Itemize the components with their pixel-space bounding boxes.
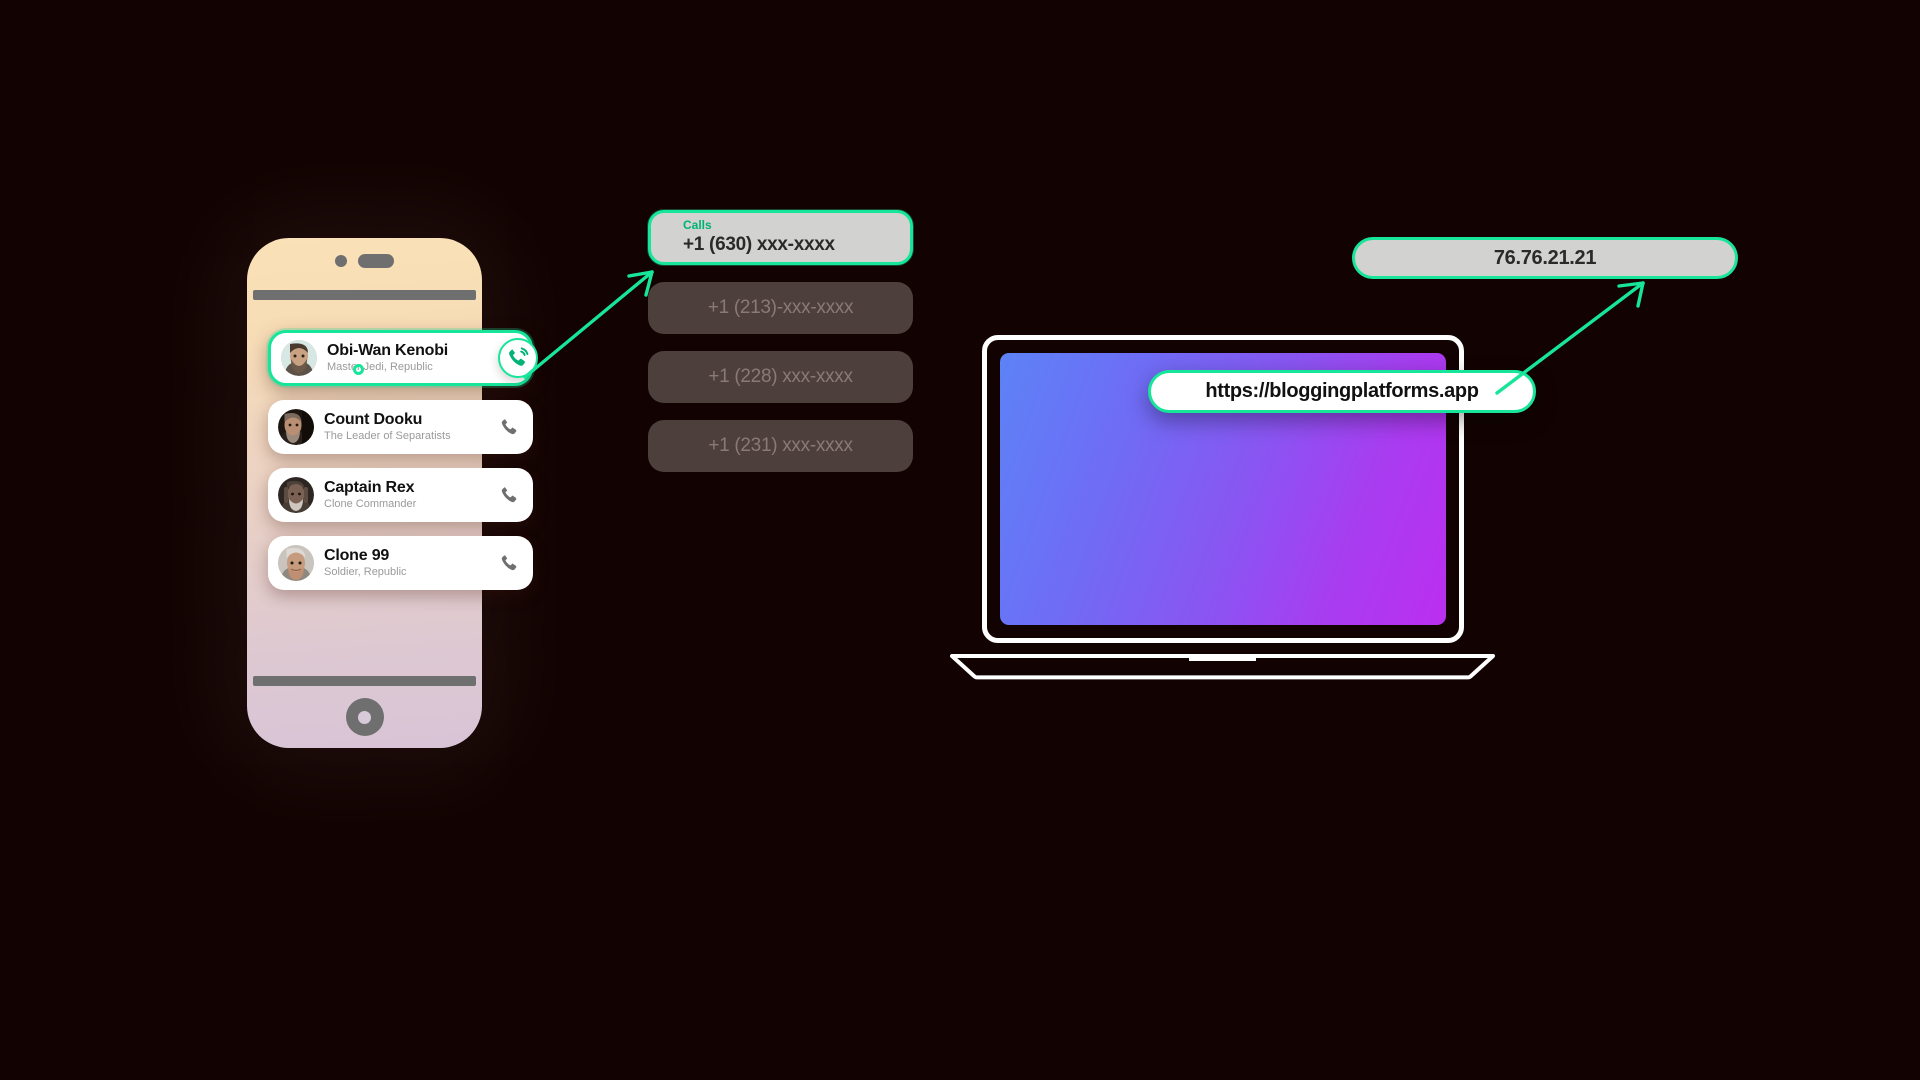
calls-dimmed-card[interactable]: +1 (213)-xxx-xxxx	[648, 282, 913, 334]
contact-name: Captain Rex	[324, 478, 415, 496]
contact-name: Count Dooku	[324, 410, 423, 428]
contact-name: Clone 99	[324, 546, 390, 564]
calls-active-card[interactable]: Calls +1 (630) xxx-xxxx	[648, 210, 913, 265]
phone-top-bar	[247, 238, 482, 284]
camera-dot-icon	[335, 255, 347, 267]
ip-address-pill[interactable]: 76.76.21.21	[1352, 237, 1738, 279]
avatar	[281, 340, 317, 376]
call-button-active[interactable]	[498, 338, 538, 378]
cursor-indicator-dot	[353, 364, 364, 375]
speaker-grille-icon	[358, 254, 394, 268]
calls-active-number: +1 (630) xxx-xxxx	[683, 234, 835, 255]
contact-row-clone-99[interactable]: Clone 99 Soldier, Republic	[268, 536, 533, 590]
calls-label: Calls	[683, 218, 712, 232]
url-pill[interactable]: https://bloggingplatforms.app	[1148, 370, 1536, 413]
contact-row-obi-wan-kenobi[interactable]: Obi-Wan Kenobi Master Jedi, Republic	[268, 330, 538, 386]
arrow-phone-to-calls	[523, 270, 654, 379]
call-button[interactable]	[499, 484, 521, 506]
calls-dimmed-number: +1 (213)-xxx-xxxx	[707, 297, 854, 318]
contact-role: Soldier, Republic	[324, 566, 407, 579]
calls-dimmed-number: +1 (228) xxx-xxxx	[708, 366, 853, 387]
contact-role: Clone Commander	[324, 498, 417, 511]
phone-divider-bottom	[253, 676, 476, 686]
calls-dimmed-card[interactable]: +1 (231) xxx-xxxx	[648, 420, 913, 472]
laptop-base	[950, 654, 1495, 680]
call-button[interactable]	[499, 552, 521, 574]
contact-row-captain-rex[interactable]: Captain Rex Clone Commander	[268, 468, 533, 522]
contact-text: Clone 99 Soldier, Republic	[324, 547, 499, 580]
ip-address-text: 76.76.21.21	[1493, 246, 1597, 269]
avatar	[278, 477, 314, 513]
phone-divider-top	[253, 290, 476, 300]
call-button[interactable]	[499, 416, 521, 438]
calls-panel: Calls +1 (630) xxx-xxxx +1 (213)-xxx-xxx…	[648, 210, 913, 472]
url-pill-text: https://bloggingplatforms.app	[1205, 380, 1479, 402]
contact-text: Captain Rex Clone Commander	[324, 479, 499, 512]
diagram-canvas: Obi-Wan Kenobi Master Jedi, Republic Cou…	[0, 0, 1920, 1080]
contact-text: Count Dooku The Leader of Separatists	[324, 411, 499, 444]
contact-role: The Leader of Separatists	[324, 430, 451, 443]
calls-dimmed-number: +1 (231) xxx-xxxx	[708, 435, 853, 456]
avatar	[278, 409, 314, 445]
phone-home-button[interactable]	[345, 698, 384, 736]
calls-dimmed-card[interactable]: +1 (228) xxx-xxxx	[648, 351, 913, 403]
contact-list: Obi-Wan Kenobi Master Jedi, Republic Cou…	[268, 330, 538, 604]
contact-name: Obi-Wan Kenobi	[327, 341, 449, 359]
avatar	[278, 545, 314, 581]
contact-row-count-dooku[interactable]: Count Dooku The Leader of Separatists	[268, 400, 533, 454]
